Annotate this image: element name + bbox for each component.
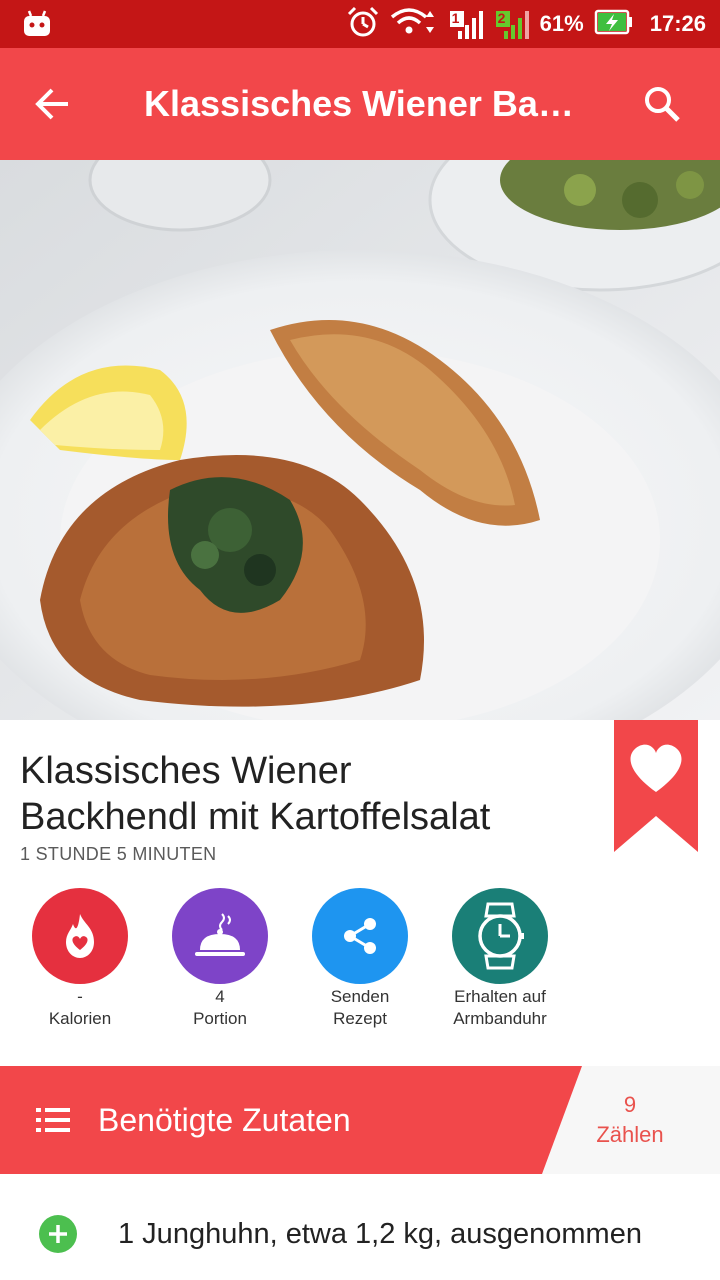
sim-slot-2-label: 2 xyxy=(497,10,506,26)
ingredients-count-value: 9 xyxy=(623,1092,637,1117)
watch-line-1: Erhalten auf xyxy=(454,987,546,1006)
recipe-photo xyxy=(0,160,720,720)
portion-value: 4 xyxy=(215,987,225,1006)
share-line-2: Rezept xyxy=(333,1009,387,1028)
recipe-info-card: Klassisches Wiener Backhendl mit Kartoff… xyxy=(0,720,720,1066)
recipe-actions: - Kalorien 4 Portion Senden Rezept Erhal… xyxy=(0,888,720,1048)
flame-heart-icon xyxy=(32,888,128,984)
calories-value: - xyxy=(77,987,83,1006)
search-icon[interactable] xyxy=(640,82,684,126)
watch-line-2: Armbanduhr xyxy=(453,1009,547,1028)
portion-action[interactable]: 4 Portion xyxy=(150,888,290,1030)
signal-icon-2: 2 xyxy=(494,7,530,41)
recipe-duration: 1 STUNDE 5 MINUTEN xyxy=(20,844,217,864)
share-recipe-action[interactable]: Senden Rezept xyxy=(290,888,430,1030)
wifi-icon xyxy=(390,5,438,44)
watch-action[interactable]: Erhalten auf Armbanduhr xyxy=(430,888,570,1030)
ingredients-count: 9 Zählen xyxy=(580,1090,680,1150)
ingredient-item[interactable]: 1 Junghuhn, etwa 1,2 kg, ausgenommen xyxy=(0,1174,720,1280)
calories-label: Kalorien xyxy=(48,1009,112,1028)
share-icon xyxy=(312,888,408,984)
add-ingredient-icon[interactable] xyxy=(38,1214,78,1254)
ingredients-header: Benötigte Zutaten 9 Zählen xyxy=(0,1066,720,1174)
battery-percent: 61% xyxy=(539,11,584,36)
page-title: Klassisches Wiener Backhendl mit Kartoff… xyxy=(144,83,584,124)
arrow-back-icon[interactable] xyxy=(30,82,74,126)
status-bar: 1 2 61% 17:26 xyxy=(0,0,720,48)
share-line-1: Senden xyxy=(330,987,390,1006)
signal-icon: 1 xyxy=(448,7,484,41)
clock: 17:26 xyxy=(649,11,706,36)
recipe-title-line-2: Backhendl mit Kartoffelsalat xyxy=(20,796,491,838)
ingredients-header-label: Benötigte Zutaten xyxy=(98,1102,351,1138)
android-icon xyxy=(22,10,52,43)
list-icon xyxy=(36,1106,72,1134)
ingredients-count-label: Zählen xyxy=(596,1122,664,1147)
battery-charging-icon xyxy=(594,8,634,41)
favorite-bookmark-button[interactable] xyxy=(614,720,698,852)
cloche-icon xyxy=(172,888,268,984)
sim-slot-1-label: 1 xyxy=(451,10,460,26)
watch-icon xyxy=(452,888,548,984)
recipe-title: Klassisches Wiener Backhendl mit Kartoff… xyxy=(20,748,590,840)
portion-label: Portion xyxy=(193,1009,247,1028)
ingredient-text: 1 Junghuhn, etwa 1,2 kg, ausgenommen xyxy=(118,1218,642,1250)
app-bar: Klassisches Wiener Backhendl mit Kartoff… xyxy=(0,48,720,160)
alarm-icon xyxy=(346,5,380,44)
calories-action[interactable]: - Kalorien xyxy=(10,888,150,1030)
recipe-title-line-1: Klassisches Wiener xyxy=(20,750,352,792)
